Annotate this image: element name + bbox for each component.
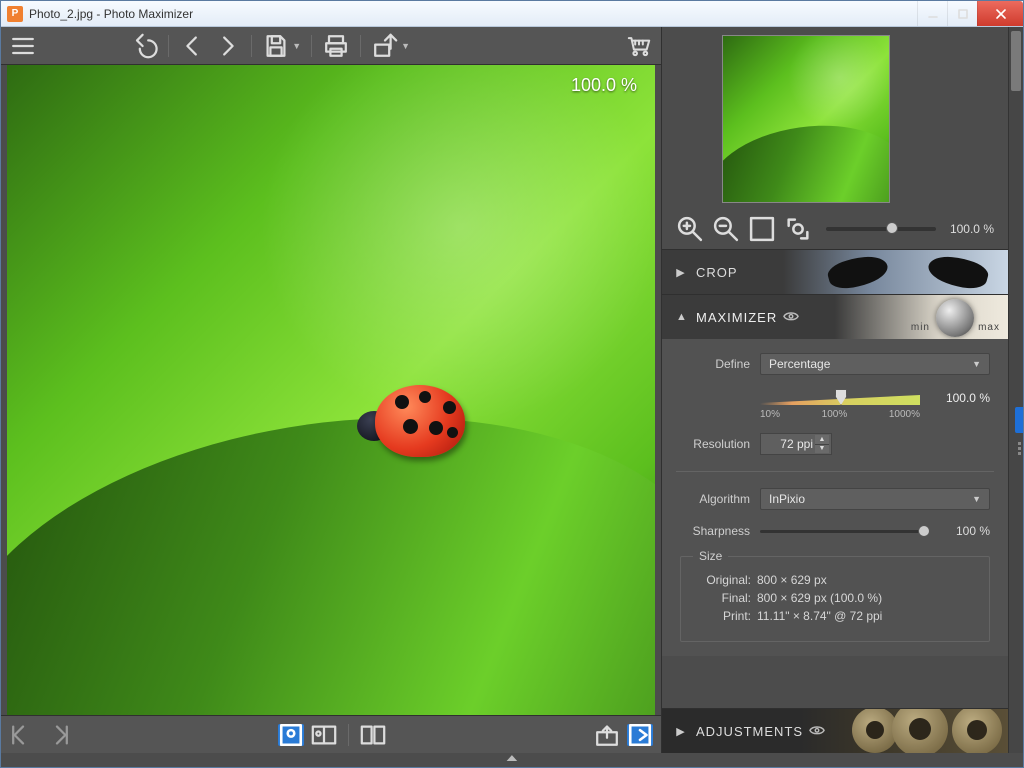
photo-content [7, 65, 655, 715]
separator [360, 35, 361, 57]
navigator-tools: 100.0 % [662, 209, 1008, 249]
size-original: 800 × 629 px [757, 573, 827, 587]
resolution-label: Resolution [680, 437, 750, 451]
sharpness-value: 100 % [940, 524, 990, 538]
define-dropdown[interactable]: Percentage [760, 353, 990, 375]
scale-marks: 10% 100% 1000% [760, 409, 920, 420]
adjustments-header[interactable]: ▶ ADJUSTMENTS [662, 709, 1008, 753]
top-toolbar: ▼ ▼ [1, 27, 661, 65]
sharpness-label: Sharpness [680, 524, 750, 538]
step-up-icon[interactable]: ▲ [815, 435, 829, 445]
size-box: Size Original:800 × 629 px Final:800 × 6… [680, 556, 990, 642]
photo-subject [357, 377, 467, 462]
left-pane: ▼ ▼ [1, 27, 661, 753]
right-panel: 100.0 % ▶ CROP ▲ MAXIMIZER [661, 27, 1023, 753]
prev-image-button[interactable] [9, 721, 37, 749]
panel-collapse-handle[interactable] [1015, 407, 1023, 433]
maximize-button[interactable] [947, 1, 977, 26]
minimize-button[interactable] [917, 1, 947, 26]
bottom-toolbar [1, 715, 661, 753]
zoom-in-icon[interactable] [676, 215, 704, 243]
collapse-icon: ▲ [676, 311, 686, 323]
apply-button[interactable] [627, 724, 653, 746]
sharpness-slider[interactable] [760, 530, 930, 533]
algorithm-value: InPixio [769, 492, 805, 506]
crop-hands-icon [828, 250, 988, 294]
back-button[interactable] [179, 32, 207, 60]
separator [311, 35, 312, 57]
window-buttons [917, 1, 1023, 26]
zoom-out-icon[interactable] [712, 215, 740, 243]
algorithm-label: Algorithm [680, 492, 750, 506]
navigator-zoom-slider[interactable] [826, 227, 936, 231]
navigator [662, 27, 1008, 209]
maximizer-section: ▲ MAXIMIZER min max Define Percentage [662, 294, 1008, 656]
canvas-wrap: 100.0 % [7, 65, 655, 715]
dial-min-label: min [911, 322, 930, 333]
gears-icon [798, 709, 1008, 753]
menu-button[interactable] [9, 32, 37, 60]
define-label: Define [680, 357, 750, 371]
workspace: ▼ ▼ [1, 27, 1023, 753]
resolution-input[interactable]: 72 ppi ▲▼ [760, 433, 832, 455]
print-button[interactable] [322, 32, 350, 60]
scale-value: 100.0 % [946, 391, 990, 405]
view-split-button[interactable] [310, 721, 338, 749]
panel-grip-icon [1018, 442, 1021, 455]
cart-button[interactable] [625, 32, 653, 60]
expand-icon: ▶ [676, 266, 686, 279]
canvas-zoom-label: 100.0 % [571, 75, 637, 96]
crop-section: ▶ CROP [662, 249, 1008, 294]
view-sidebyside-button[interactable] [359, 721, 387, 749]
bottom-expand-handle[interactable]: ▲ [1, 753, 1023, 767]
panel-scrollbar[interactable] [1008, 27, 1023, 753]
save-dropdown-icon[interactable]: ▼ [292, 41, 301, 51]
undo-button[interactable] [130, 32, 158, 60]
maximizer-title: MAXIMIZER [696, 310, 777, 325]
save-button[interactable] [262, 32, 290, 60]
zoom-fit-icon[interactable] [748, 215, 776, 243]
navigator-zoom-value: 100.0 % [950, 222, 994, 236]
next-image-button[interactable] [43, 721, 71, 749]
share-button[interactable] [371, 32, 399, 60]
size-print: 11.11" × 8.74" @ 72 ppi [757, 609, 882, 623]
app-window: P Photo_2.jpg - Photo Maximizer ▼ [0, 0, 1024, 768]
define-value: Percentage [769, 357, 830, 371]
size-final: 800 × 629 px (100.0 %) [757, 591, 882, 605]
dial-icon [936, 299, 974, 337]
titlebar: P Photo_2.jpg - Photo Maximizer [1, 1, 1023, 27]
separator [168, 35, 169, 57]
adjustments-section: ▶ ADJUSTMENTS [662, 708, 1008, 753]
adjustments-title: ADJUSTMENTS [696, 724, 803, 739]
share-dropdown-icon[interactable]: ▼ [401, 41, 410, 51]
close-button[interactable] [977, 1, 1023, 26]
maximizer-body: Define Percentage 100.0 % 10% 100% [662, 339, 1008, 656]
separator [251, 35, 252, 57]
size-legend: Size [693, 549, 728, 563]
resolution-value: 72 ppi [780, 437, 813, 451]
expand-icon: ▶ [676, 725, 686, 738]
export-button[interactable] [593, 721, 621, 749]
scale-slider[interactable]: 100.0 % 10% 100% 1000% [760, 389, 990, 419]
app-icon: P [7, 6, 23, 22]
step-down-icon[interactable]: ▼ [815, 445, 829, 454]
window-title: Photo_2.jpg - Photo Maximizer [29, 7, 917, 21]
algorithm-dropdown[interactable]: InPixio [760, 488, 990, 510]
dial-max-label: max [978, 322, 1000, 333]
image-canvas[interactable]: 100.0 % [7, 65, 655, 715]
visibility-icon[interactable] [783, 310, 799, 325]
maximizer-header[interactable]: ▲ MAXIMIZER min max [662, 295, 1008, 339]
navigator-thumbnail[interactable] [722, 35, 890, 203]
separator [348, 724, 349, 746]
zoom-actual-icon[interactable] [784, 215, 812, 243]
view-original-button[interactable] [278, 724, 304, 746]
crop-title: CROP [696, 265, 738, 280]
crop-header[interactable]: ▶ CROP [662, 250, 1008, 294]
forward-button[interactable] [213, 32, 241, 60]
